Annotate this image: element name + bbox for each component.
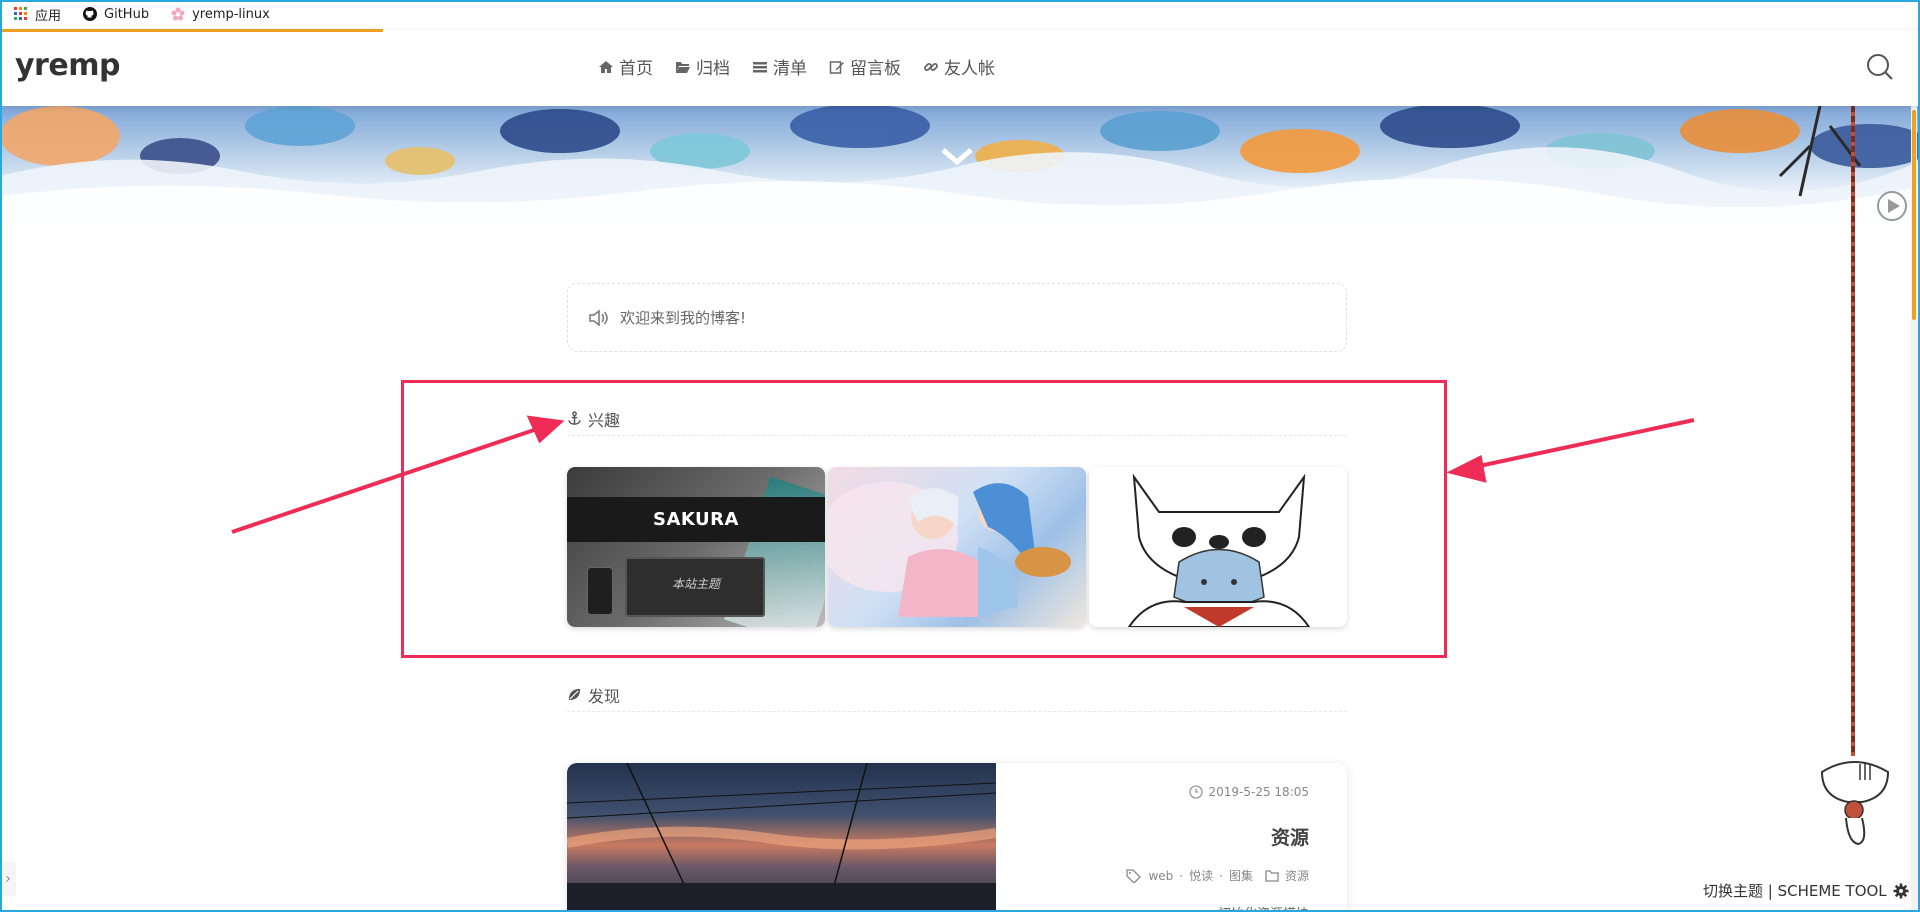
folder-icon	[1265, 869, 1279, 882]
folder-open-icon	[676, 61, 690, 73]
section-title-discover: 发现	[567, 678, 1347, 712]
nav-label: 首页	[619, 59, 653, 79]
nav-item-friends[interactable]: 友人帐	[923, 54, 995, 79]
post-thumbnail-art	[567, 763, 997, 912]
bookmark-label: GitHub	[104, 6, 150, 22]
nav-label: 留言板	[850, 59, 901, 79]
reading-progress-bar	[2, 29, 383, 32]
notice-text: 欢迎来到我的博客!	[620, 309, 747, 327]
nav-item-home[interactable]: 首页	[598, 54, 653, 79]
post-tag[interactable]: 图集	[1229, 867, 1253, 884]
post-excerpt: 初始化资源模块	[1218, 903, 1309, 912]
post-title[interactable]: 资源	[1271, 823, 1309, 850]
link-icon	[924, 62, 938, 71]
tag-separator: ·	[1179, 868, 1184, 883]
bookmark-github[interactable]: GitHub	[83, 7, 149, 22]
sidebar-toggle[interactable]: ›	[0, 862, 16, 896]
site-logo[interactable]: yremp	[15, 48, 120, 83]
post-meta: web · 悦读 · 图集 资源	[1126, 867, 1309, 884]
post-tag[interactable]: web	[1148, 869, 1173, 883]
chevron-down-icon[interactable]	[940, 146, 974, 168]
nav-label: 友人帐	[944, 59, 995, 79]
highlight-box	[401, 380, 1447, 658]
post-tag[interactable]: 悦读	[1189, 867, 1213, 884]
bookmark-label: 应用	[35, 8, 62, 24]
play-icon[interactable]	[1876, 190, 1908, 222]
volume-icon	[589, 308, 608, 327]
bookmark-label: yremp-linux	[192, 6, 270, 22]
hanging-rope	[1851, 106, 1855, 756]
mascot-cat[interactable]	[1818, 752, 1890, 852]
post-thumbnail[interactable]	[567, 763, 997, 912]
apps-grid-icon	[14, 7, 27, 20]
clock-icon	[1188, 785, 1203, 799]
edit-icon	[829, 60, 844, 74]
scrollbar-thumb[interactable]	[1912, 110, 1916, 320]
section-title-text: 发现	[588, 686, 621, 706]
tags-icon	[1126, 868, 1142, 883]
list-icon	[753, 61, 767, 72]
main-nav: 首页 归档 清单 留言板 友人帐	[598, 54, 995, 79]
site-header: yremp 首页 归档 清单 留言板 友人帐	[0, 30, 1920, 106]
search-icon[interactable]	[1865, 52, 1895, 82]
post-date-text: 2019-5-25 18:05	[1208, 785, 1310, 799]
scheme-tool-button[interactable]: 切换主题 | SCHEME TOOL	[1703, 880, 1909, 901]
nav-item-list[interactable]: 清单	[752, 54, 807, 79]
home-icon	[599, 60, 613, 73]
nav-item-archive[interactable]: 归档	[675, 54, 730, 79]
nav-item-guestbook[interactable]: 留言板	[829, 54, 901, 79]
chevron-right-icon: ›	[5, 871, 11, 887]
sakura-icon	[171, 7, 185, 21]
nav-label: 清单	[773, 59, 807, 79]
leaf-icon	[568, 688, 581, 701]
post-card[interactable]: 2019-5-25 18:05 资源 web · 悦读 · 图集 资源 初始化资…	[567, 763, 1347, 912]
bookmark-yremp-linux[interactable]: yremp-linux	[171, 7, 270, 22]
post-category[interactable]: 资源	[1285, 867, 1309, 884]
post-date: 2019-5-25 18:05	[1188, 785, 1310, 799]
bookmarks-bar: 应用 GitHub yremp-linux	[0, 0, 1920, 28]
notice-box: 欢迎来到我的博客!	[567, 283, 1347, 352]
hero-banner	[0, 106, 1920, 224]
nav-label: 归档	[696, 59, 730, 79]
scheme-tool-label: 切换主题 | SCHEME TOOL	[1703, 882, 1887, 900]
gear-icon	[1893, 883, 1909, 898]
bookmark-apps[interactable]: 应用	[14, 5, 61, 24]
tag-separator: ·	[1219, 868, 1223, 883]
github-icon	[83, 7, 98, 21]
